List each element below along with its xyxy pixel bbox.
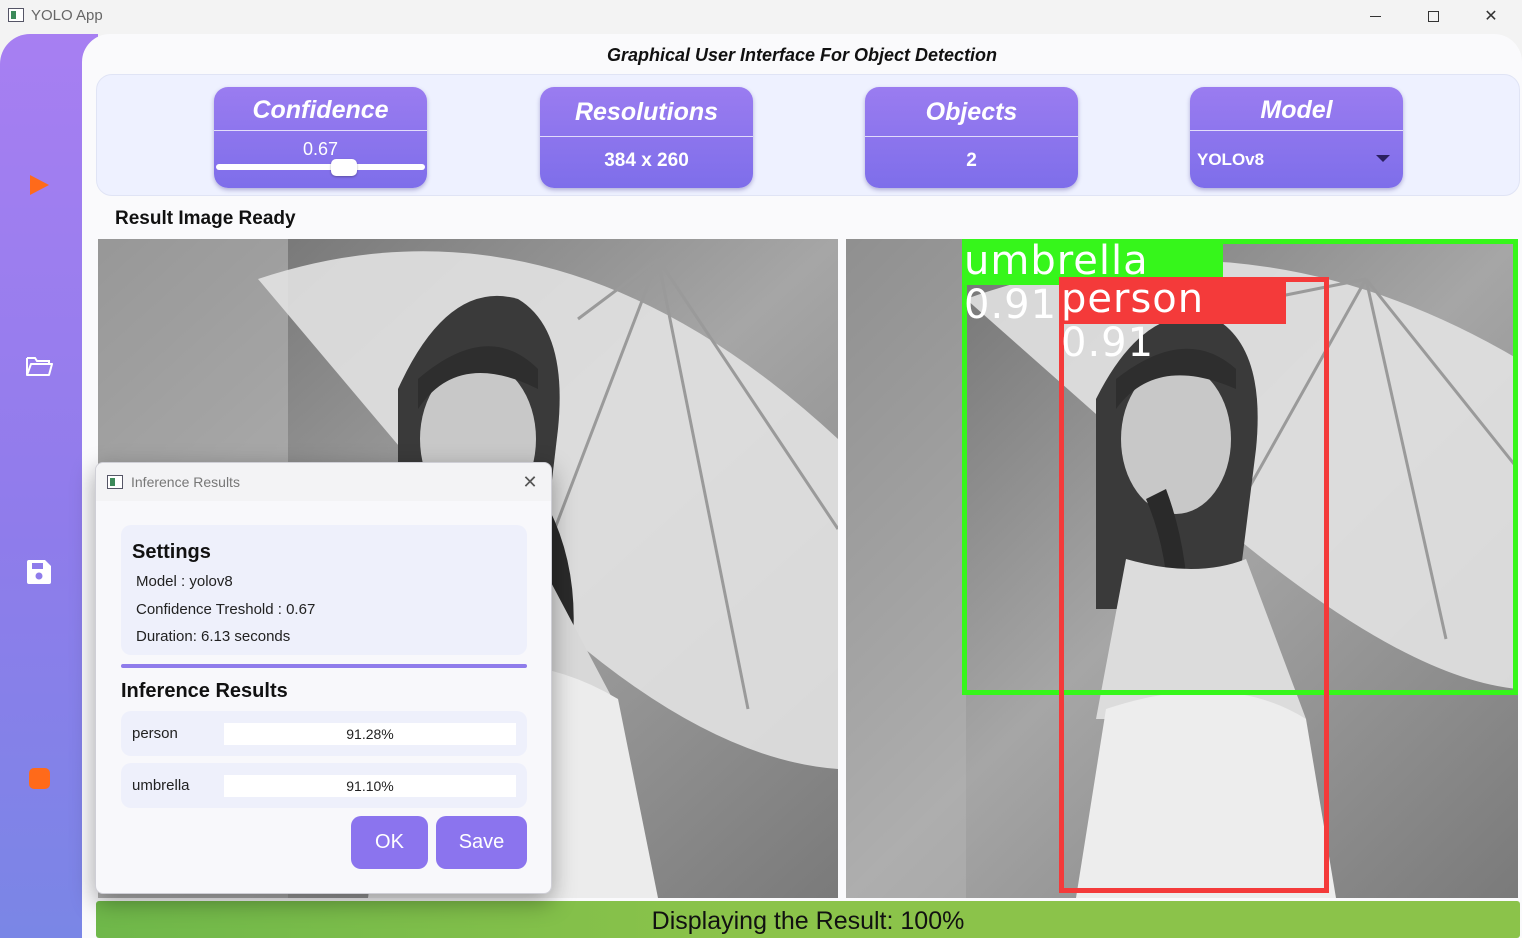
- settings-panel: Settings Model : yolov8 Confidence Tresh…: [121, 525, 527, 655]
- resolutions-label: Resolutions: [574, 98, 719, 126]
- chevron-down-icon[interactable]: [1376, 155, 1390, 162]
- close-icon: ✕: [522, 471, 538, 492]
- resolutions-value: 384 x 260: [604, 150, 689, 171]
- card-divider: [540, 136, 753, 137]
- status-progress-bar: Displaying the Result: 100%: [96, 901, 1520, 938]
- minimize-icon: [1369, 15, 1381, 17]
- close-icon: ✕: [1484, 8, 1498, 25]
- play-button[interactable]: [18, 164, 60, 206]
- objects-value: 2: [966, 150, 977, 171]
- model-setting: Model : yolov8: [136, 573, 233, 590]
- card-divider: [865, 136, 1078, 137]
- objects-card: Objects 2: [865, 87, 1078, 188]
- dialog-title: Inference Results: [131, 474, 240, 490]
- ok-button[interactable]: OK: [351, 816, 428, 869]
- result-score-bar: 91.28%: [224, 723, 516, 745]
- save-icon: [27, 560, 51, 584]
- save-button[interactable]: [18, 551, 60, 593]
- result-row: umbrella 91.10%: [121, 763, 527, 808]
- model-card[interactable]: Model YOLOv8: [1190, 87, 1403, 188]
- result-status-label: Result Image Ready: [115, 208, 296, 229]
- page-title: Graphical User Interface For Object Dete…: [606, 45, 998, 65]
- result-class-name: umbrella: [132, 777, 190, 794]
- app-icon: [107, 475, 123, 489]
- maximize-button[interactable]: [1410, 0, 1456, 32]
- confidence-setting: Confidence Treshold : 0.67: [136, 601, 316, 618]
- inference-results-dialog: Inference Results ✕ Settings Model : yol…: [95, 462, 552, 894]
- stop-icon: [28, 767, 50, 789]
- dialog-close-button[interactable]: ✕: [517, 469, 543, 495]
- maximize-icon: [1427, 10, 1439, 22]
- window-title: YOLO App: [31, 7, 103, 24]
- settings-heading: Settings: [132, 541, 211, 563]
- window-titlebar: YOLO App ✕: [0, 0, 1522, 32]
- open-folder-button[interactable]: [18, 345, 60, 387]
- result-class-name: person: [132, 725, 178, 742]
- confidence-card: Confidence 0.67: [214, 87, 427, 188]
- results-heading: Inference Results: [121, 680, 288, 702]
- model-label: Model: [1260, 96, 1333, 124]
- person-detection-label: person 0.91: [1059, 277, 1286, 365]
- result-score-text: 91.10%: [346, 778, 394, 794]
- person-bounding-box: [1059, 277, 1329, 893]
- model-select[interactable]: YOLOv8: [1197, 150, 1264, 170]
- result-row: person 91.28%: [121, 711, 527, 756]
- folder-icon: [26, 357, 53, 376]
- confidence-label: Confidence: [252, 96, 389, 124]
- stop-button[interactable]: [18, 757, 60, 799]
- objects-label: Objects: [925, 98, 1018, 126]
- dialog-titlebar: Inference Results ✕: [96, 463, 551, 501]
- info-cards: Confidence 0.67 Resolutions 384 x 260 Ob…: [96, 74, 1520, 196]
- minimize-button[interactable]: [1352, 0, 1398, 32]
- dialog-divider: [121, 664, 527, 668]
- card-divider: [1190, 130, 1403, 131]
- resolutions-card: Resolutions 384 x 260: [540, 87, 753, 188]
- play-icon: [29, 175, 49, 195]
- card-divider: [214, 130, 427, 131]
- window-close-button[interactable]: ✕: [1468, 0, 1514, 32]
- confidence-slider-handle[interactable]: [330, 159, 357, 176]
- detection-image: umbrella 0.91 person 0.91: [846, 239, 1518, 898]
- duration-setting: Duration: 6.13 seconds: [136, 628, 291, 645]
- app-icon: [8, 8, 24, 22]
- status-text: Displaying the Result: 100%: [651, 907, 965, 935]
- result-score-text: 91.28%: [346, 726, 394, 742]
- result-score-bar: 91.10%: [224, 775, 516, 797]
- confidence-value: 0.67: [302, 139, 339, 159]
- confidence-slider[interactable]: [216, 164, 425, 170]
- save-results-button[interactable]: Save: [436, 816, 527, 869]
